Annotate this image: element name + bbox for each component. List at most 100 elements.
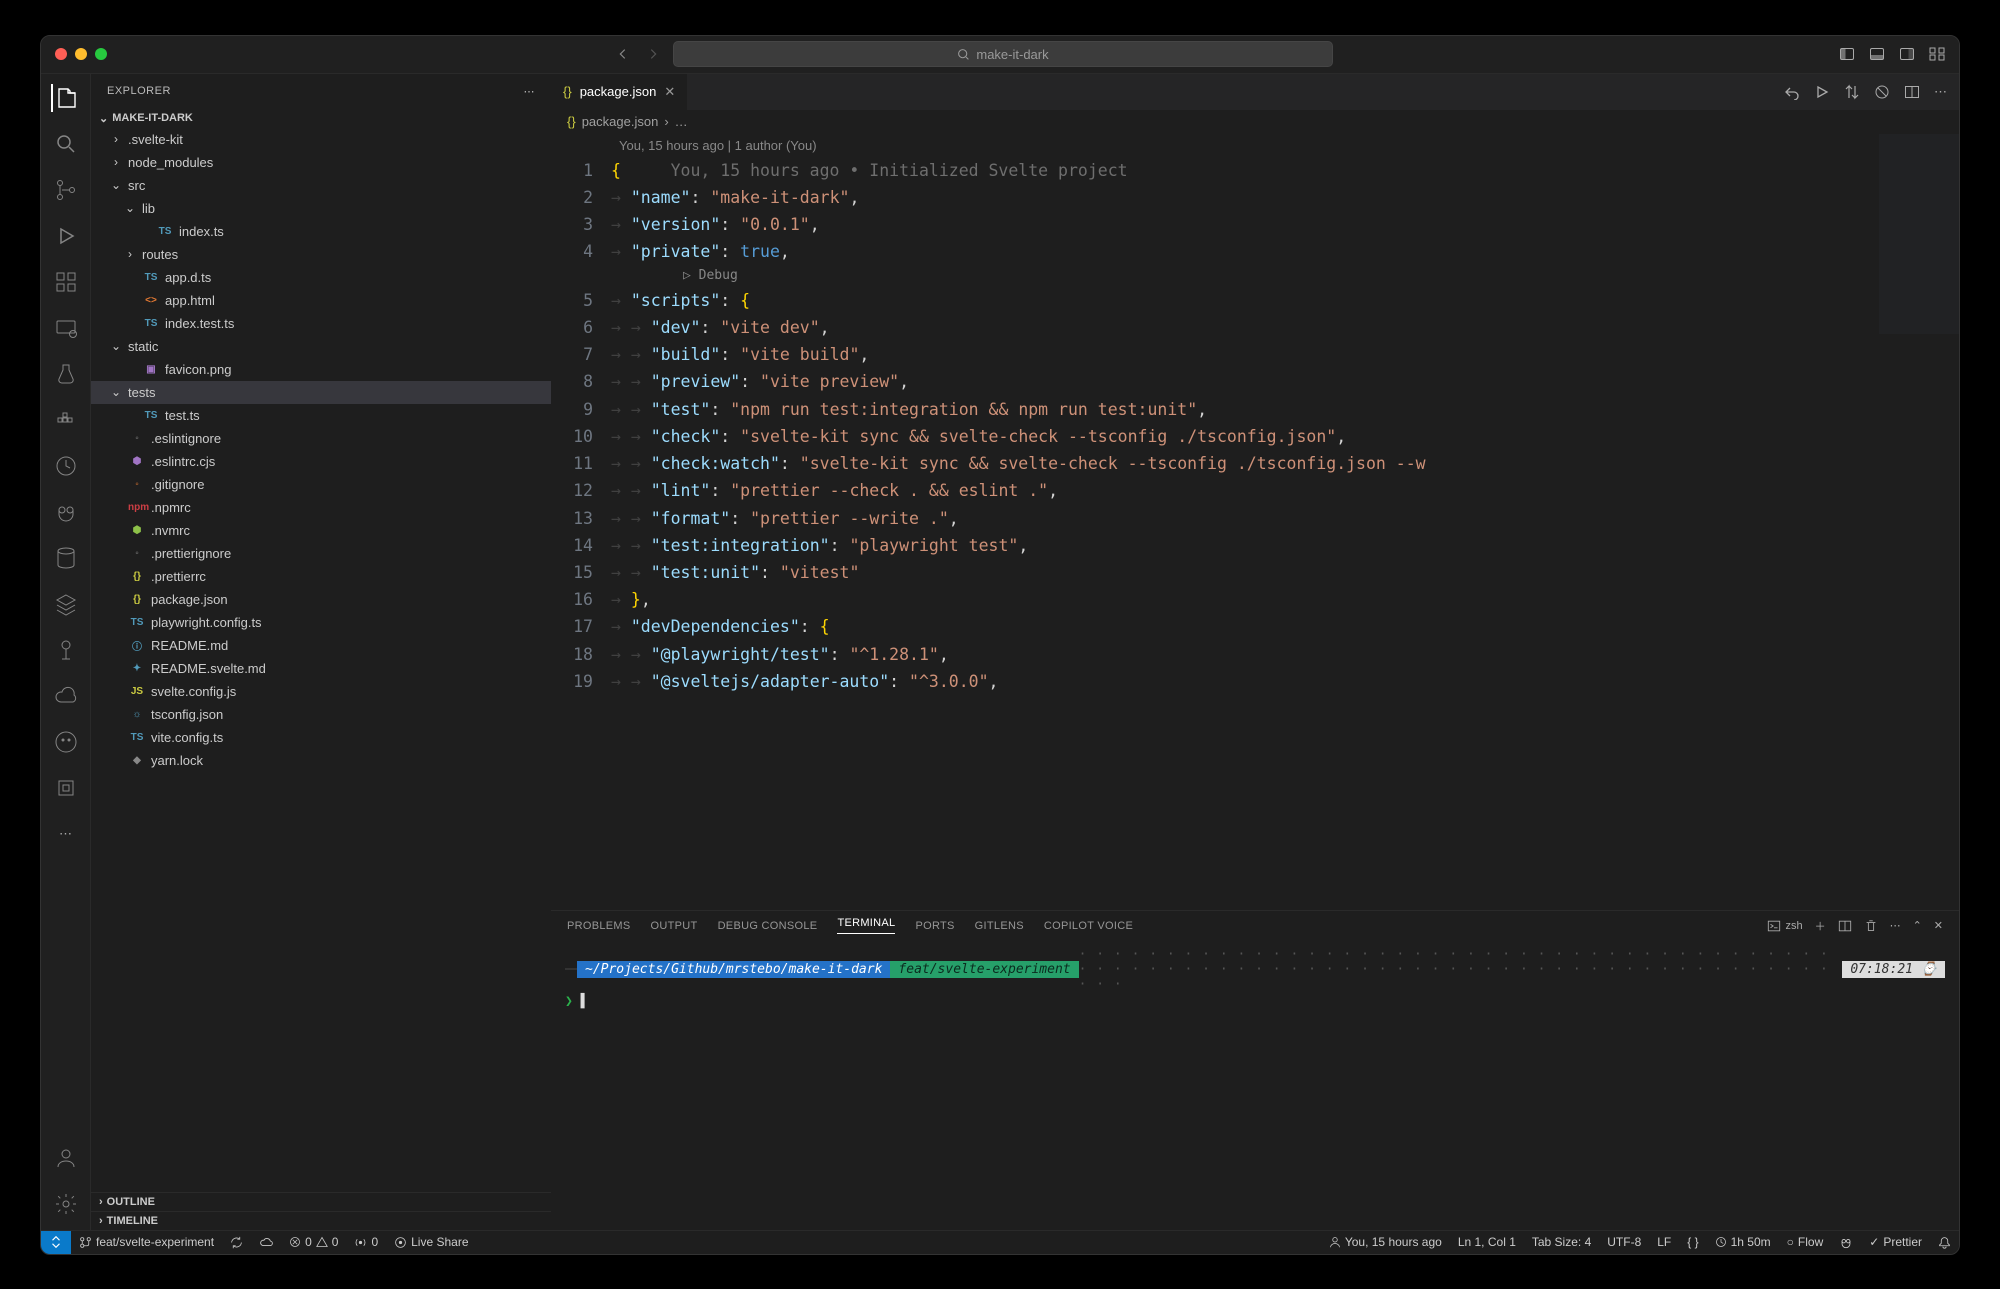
folder-row[interactable]: ›.svelte-kit: [91, 128, 551, 151]
timeline-activity-icon[interactable]: [52, 452, 80, 480]
status-live-share[interactable]: Live Share: [386, 1235, 476, 1249]
minimap[interactable]: [1879, 134, 1959, 334]
panel-tab-ports[interactable]: PORTS: [915, 920, 954, 932]
status-copilot[interactable]: [1831, 1235, 1861, 1249]
file-row[interactable]: ✦README.svelte.md: [91, 657, 551, 680]
file-row[interactable]: TSapp.d.ts: [91, 266, 551, 289]
toggle-secondary-sidebar-icon[interactable]: [1899, 46, 1915, 62]
status-cursor-position[interactable]: Ln 1, Col 1: [1450, 1235, 1524, 1249]
tab-close-icon[interactable]: ✕: [664, 84, 675, 100]
folder-row[interactable]: ⌄src: [91, 174, 551, 197]
code-line[interactable]: 16→ },: [561, 586, 1959, 613]
file-row[interactable]: ⓘREADME.md: [91, 634, 551, 657]
close-panel-icon[interactable]: ✕: [1934, 919, 1943, 932]
outline-section-header[interactable]: › OUTLINE: [91, 1192, 551, 1211]
folder-row[interactable]: ⌄lib: [91, 197, 551, 220]
new-terminal-icon[interactable]: ＋: [1815, 918, 1826, 934]
panel-tab-problems[interactable]: PROBLEMS: [567, 920, 631, 932]
code-line[interactable]: 19→ → "@sveltejs/adapter-auto": "^3.0.0"…: [561, 668, 1959, 695]
accounts-icon[interactable]: [52, 1144, 80, 1172]
panel-tab-output[interactable]: OUTPUT: [651, 920, 698, 932]
maximize-window-button[interactable]: [95, 48, 107, 60]
github-activity-icon[interactable]: [52, 728, 80, 756]
status-encoding[interactable]: UTF-8: [1599, 1235, 1649, 1249]
panel-tab-debug-console[interactable]: DEBUG CONSOLE: [718, 920, 818, 932]
go-back-icon[interactable]: [1784, 84, 1800, 100]
file-row[interactable]: TSplaywright.config.ts: [91, 611, 551, 634]
file-row[interactable]: ▣favicon.png: [91, 358, 551, 381]
status-notifications[interactable]: [1930, 1235, 1959, 1249]
code-line[interactable]: 8→ → "preview": "vite preview",: [561, 368, 1959, 395]
kill-terminal-icon[interactable]: [1864, 919, 1878, 933]
status-blame[interactable]: You, 15 hours ago: [1321, 1235, 1450, 1249]
compare-icon[interactable]: [1844, 84, 1860, 100]
file-row[interactable]: ◦.gitignore: [91, 473, 551, 496]
settings-gear-icon[interactable]: [52, 1190, 80, 1218]
status-sync[interactable]: [222, 1236, 251, 1249]
split-editor-icon[interactable]: [1904, 84, 1920, 100]
code-line[interactable]: 11→ → "check:watch": "svelte-kit sync &&…: [561, 450, 1959, 477]
prompt-input-line[interactable]: ❯: [565, 994, 1945, 1009]
status-problems[interactable]: 0 0: [281, 1235, 346, 1249]
status-time-tracked[interactable]: 1h 50m: [1707, 1235, 1779, 1249]
file-row[interactable]: TSindex.ts: [91, 220, 551, 243]
code-line[interactable]: 4→ "private": true,: [561, 238, 1959, 265]
tree-activity-icon[interactable]: [52, 636, 80, 664]
code-line[interactable]: 18→ → "@playwright/test": "^1.28.1",: [561, 641, 1959, 668]
file-row[interactable]: JSsvelte.config.js: [91, 680, 551, 703]
remote-indicator[interactable]: [41, 1231, 71, 1254]
file-row[interactable]: ⬢.eslintrc.cjs: [91, 450, 551, 473]
status-flow[interactable]: ○ Flow: [1779, 1235, 1832, 1249]
cloud-activity-icon[interactable]: [52, 682, 80, 710]
panel-tab-terminal[interactable]: TERMINAL: [837, 917, 895, 934]
overflow-activity-icon[interactable]: ⋯: [52, 820, 80, 848]
nav-forward-button[interactable]: [643, 44, 663, 64]
close-window-button[interactable]: [55, 48, 67, 60]
file-row[interactable]: ◦.prettierignore: [91, 542, 551, 565]
editor-scroll[interactable]: You, 15 hours ago | 1 author (You) 1{ Yo…: [551, 134, 1959, 910]
debug-activity-icon[interactable]: [52, 222, 80, 250]
terminal[interactable]: ~/Projects/Github/mrstebo/make-it-dark f…: [551, 941, 1959, 1230]
file-row[interactable]: TStest.ts: [91, 404, 551, 427]
minimize-window-button[interactable]: [75, 48, 87, 60]
code-line[interactable]: 6→ → "dev": "vite dev",: [561, 314, 1959, 341]
toggle-primary-sidebar-icon[interactable]: [1839, 46, 1855, 62]
file-row[interactable]: ◆yarn.lock: [91, 749, 551, 772]
code-line[interactable]: 7→ → "build": "vite build",: [561, 341, 1959, 368]
code-line[interactable]: 1{ You, 15 hours ago • Initialized Svelt…: [561, 157, 1959, 184]
file-row[interactable]: <>app.html: [91, 289, 551, 312]
code-line[interactable]: 10→ → "check": "svelte-kit sync && svelt…: [561, 423, 1959, 450]
file-row[interactable]: {}package.json: [91, 588, 551, 611]
panel-tab-copilot-voice[interactable]: COPILOT VOICE: [1044, 920, 1133, 932]
nav-back-button[interactable]: [613, 44, 633, 64]
status-ports[interactable]: 0: [346, 1235, 386, 1249]
code-line[interactable]: 14→ → "test:integration": "playwright te…: [561, 532, 1959, 559]
code-line[interactable]: 2→ "name": "make-it-dark",: [561, 184, 1959, 211]
explorer-more-icon[interactable]: ⋯: [524, 85, 536, 98]
tab-package-json[interactable]: {} package.json ✕: [551, 74, 688, 110]
search-activity-icon[interactable]: [52, 130, 80, 158]
copilot-activity-icon[interactable]: [52, 498, 80, 526]
status-tab-size[interactable]: Tab Size: 4: [1524, 1235, 1599, 1249]
file-row[interactable]: {}.prettierrc: [91, 565, 551, 588]
explorer-activity-icon[interactable]: [51, 84, 79, 112]
layers-activity-icon[interactable]: [52, 590, 80, 618]
code-line[interactable]: 5→ "scripts": {: [561, 287, 1959, 314]
database-activity-icon[interactable]: [52, 544, 80, 572]
code-line[interactable]: 17→ "devDependencies": {: [561, 613, 1959, 640]
file-row[interactable]: TSindex.test.ts: [91, 312, 551, 335]
status-prettier[interactable]: ✓ Prettier: [1861, 1235, 1930, 1249]
code-line[interactable]: 12→ → "lint": "prettier --check . && esl…: [561, 477, 1959, 504]
debug-codelens[interactable]: ▷ Debug: [561, 265, 1959, 286]
breadcrumb[interactable]: {} package.json › …: [551, 110, 1959, 134]
docker-activity-icon[interactable]: [52, 406, 80, 434]
folder-row[interactable]: ⌄tests: [91, 381, 551, 404]
extensions-activity-icon[interactable]: [52, 268, 80, 296]
status-eol[interactable]: LF: [1649, 1235, 1679, 1249]
bookmarks-activity-icon[interactable]: [52, 774, 80, 802]
remote-explorer-activity-icon[interactable]: [52, 314, 80, 342]
folder-row[interactable]: ⌄static: [91, 335, 551, 358]
command-center-search[interactable]: make-it-dark: [673, 41, 1333, 67]
code-line[interactable]: 13→ → "format": "prettier --write .",: [561, 505, 1959, 532]
status-language[interactable]: { }: [1679, 1235, 1706, 1249]
